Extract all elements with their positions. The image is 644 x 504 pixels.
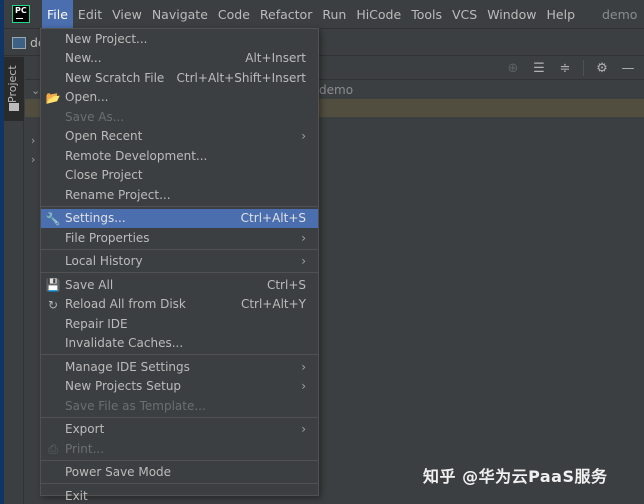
menu-item-file-properties[interactable]: File Properties › xyxy=(41,228,318,248)
toolbar-separator xyxy=(583,60,584,76)
locate-icon[interactable]: ⊕ xyxy=(505,60,521,76)
chevron-right-icon: › xyxy=(301,422,306,437)
menu-item-local-history[interactable]: Local History › xyxy=(41,252,318,272)
menu-item-invalidate-caches[interactable]: Invalidate Caches... xyxy=(41,334,318,354)
chevron-right-icon: › xyxy=(301,254,306,269)
folder-icon xyxy=(9,103,19,111)
chevron-right-icon: › xyxy=(301,359,306,374)
folder-open-icon: 📂 xyxy=(45,90,61,105)
watermark: 知乎 @华为云PaaS服务 xyxy=(423,467,608,486)
menu-edit[interactable]: Edit xyxy=(73,0,107,29)
menu-item-settings[interactable]: 🔧 Settings... Ctrl+Alt+S xyxy=(41,208,318,228)
menu-item-save-file-as-template: Save File as Template... xyxy=(65,398,206,413)
project-folder-icon xyxy=(12,36,26,49)
collapse-all-icon[interactable]: ≑ xyxy=(557,60,573,76)
menu-item-save-all[interactable]: 💾 Save All Ctrl+S xyxy=(41,275,318,295)
menu-item-open-recent[interactable]: Open Recent › xyxy=(41,127,318,147)
menu-help[interactable]: Help xyxy=(542,0,581,29)
wrench-icon: 🔧 xyxy=(45,211,61,226)
menu-item-exit[interactable]: Exit xyxy=(41,486,318,504)
menu-run[interactable]: Run xyxy=(317,0,351,29)
menu-code[interactable]: Code xyxy=(213,0,255,29)
chevron-right-icon[interactable]: › xyxy=(31,134,35,147)
shortcut: Ctrl+S xyxy=(266,277,306,292)
menu-item-save-as: Save As... xyxy=(65,109,125,124)
menu-item-power-save-mode[interactable]: Power Save Mode xyxy=(41,463,318,483)
menu-item-open[interactable]: 📂 Open... xyxy=(41,88,318,108)
shortcut: Ctrl+Alt+S xyxy=(240,211,306,226)
menu-item-export[interactable]: Export › xyxy=(41,420,318,440)
chevron-down-icon[interactable]: ⌄ xyxy=(31,84,40,97)
menu-item-new-scratch-file[interactable]: New Scratch File Ctrl+Alt+Shift+Insert xyxy=(41,68,318,88)
chevron-right-icon: › xyxy=(301,379,306,394)
gear-icon[interactable]: ⚙ xyxy=(594,60,610,76)
menu-bar: PC File Edit View Navigate Code Refactor… xyxy=(4,0,644,29)
chevron-right-icon: › xyxy=(301,129,306,144)
menu-item-new-projects-setup[interactable]: New Projects Setup › xyxy=(41,377,318,397)
menu-hicode[interactable]: HiCode xyxy=(351,0,406,29)
menu-window[interactable]: Window xyxy=(482,0,541,29)
menu-item-print: ⎙ Print... xyxy=(41,439,318,459)
expand-all-icon[interactable]: ☰ xyxy=(531,60,547,76)
menu-vcs[interactable]: VCS xyxy=(447,0,482,29)
chevron-right-icon[interactable]: › xyxy=(31,153,35,166)
menu-item-repair-ide[interactable]: Repair IDE xyxy=(41,314,318,334)
shortcut: Alt+Insert xyxy=(245,51,306,66)
menu-refactor[interactable]: Refactor xyxy=(255,0,317,29)
menu-tools[interactable]: Tools xyxy=(406,0,447,29)
printer-icon: ⎙ xyxy=(48,441,58,456)
menu-item-remote-development[interactable]: Remote Development... xyxy=(41,146,318,166)
menu-view[interactable]: View xyxy=(107,0,147,29)
menu-item-new[interactable]: New... Alt+Insert xyxy=(41,49,318,69)
left-tool-strip: Project xyxy=(4,57,24,504)
file-menu-dropdown: New Project... New... Alt+Insert New Scra… xyxy=(40,28,319,503)
project-tab-label: Project xyxy=(6,65,19,103)
menu-item-reload-all[interactable]: ↻ Reload All from Disk Ctrl+Alt+Y xyxy=(41,295,318,315)
project-tool-tab[interactable]: Project xyxy=(4,57,24,121)
reload-icon: ↻ xyxy=(47,297,59,312)
window-title: demo xyxy=(602,6,638,22)
floppy-disk-icon: 💾 xyxy=(45,278,61,292)
chevron-right-icon: › xyxy=(301,230,306,245)
menu-item-rename-project[interactable]: Rename Project... xyxy=(41,185,318,205)
shortcut: Ctrl+Alt+Y xyxy=(240,297,306,312)
menu-file[interactable]: File xyxy=(42,0,73,29)
pycharm-logo-icon: PC xyxy=(12,5,30,23)
tool-header-actions: ⊕ ☰ ≑ ⚙ — xyxy=(505,56,636,80)
menu-item-manage-ide-settings[interactable]: Manage IDE Settings › xyxy=(41,357,318,377)
tree-root-label: demo xyxy=(319,83,354,97)
menu-item-close-project[interactable]: Close Project xyxy=(41,166,318,186)
menu-navigate[interactable]: Navigate xyxy=(147,0,213,29)
menu-item-new-project[interactable]: New Project... xyxy=(41,29,318,49)
minimize-icon[interactable]: — xyxy=(620,60,636,76)
shortcut: Ctrl+Alt+Shift+Insert xyxy=(176,70,306,85)
